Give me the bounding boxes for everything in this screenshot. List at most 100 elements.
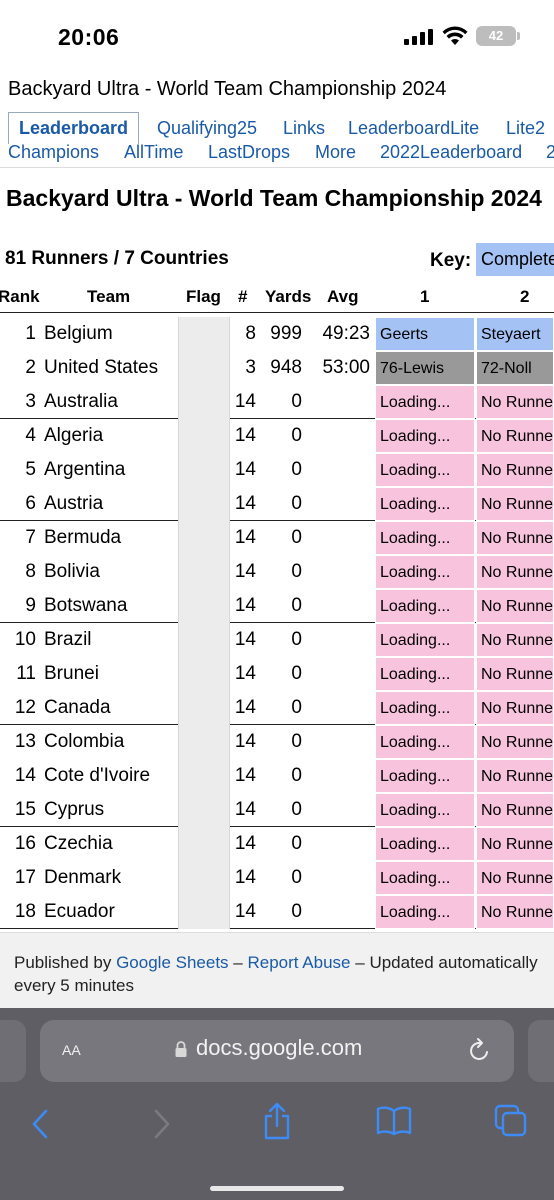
published-by-label: Published by xyxy=(14,953,112,972)
rank-cell: 7 xyxy=(25,527,36,548)
avg-cell xyxy=(310,895,370,929)
flag-cell xyxy=(178,351,230,385)
runner-count-cell: 14 xyxy=(234,731,256,752)
reload-icon[interactable] xyxy=(468,1037,492,1063)
table-row: 14 Cote d'Ivoire 14 0 Loading... No Runner xyxy=(0,759,554,793)
tab-leaderboard[interactable]: Leaderboard xyxy=(8,112,140,144)
flag-cell xyxy=(178,623,230,657)
yards-cell: 0 xyxy=(291,459,302,480)
tab-qualifying25[interactable]: Qualifying25 xyxy=(157,118,257,139)
avg-cell xyxy=(310,759,370,793)
yards-cell: 0 xyxy=(291,391,302,412)
runners-countries-summary: 81 Runners / 7 Countries xyxy=(5,248,229,269)
next-tab-peek[interactable] xyxy=(528,1020,554,1082)
avg-cell xyxy=(310,657,370,691)
yards-cell: 0 xyxy=(291,833,302,854)
rank-cell: 5 xyxy=(25,459,36,480)
yards-cell: 0 xyxy=(291,595,302,616)
avg-cell xyxy=(310,793,370,827)
aa-label: AA xyxy=(62,1042,81,1058)
table-row: 7 Bermuda 14 0 Loading... No Runner xyxy=(0,521,554,555)
document-title: Backyard Ultra - World Team Championship… xyxy=(8,78,447,100)
runner-count-cell: 14 xyxy=(234,527,256,548)
runner-2-cell: No Runner xyxy=(476,895,554,929)
runner-2-cell: No Runner xyxy=(476,827,554,861)
browser-bottom-bar: AA docs.google.com xyxy=(0,1008,554,1200)
table-row: 3 Australia 14 0 Loading... No Runner xyxy=(0,385,554,419)
flag-cell xyxy=(178,317,230,351)
runner-2-cell: No Runner xyxy=(476,419,554,453)
header-col-2: 2 xyxy=(520,287,530,306)
back-icon[interactable] xyxy=(30,1108,52,1140)
avg-cell xyxy=(310,555,370,589)
header-count: # xyxy=(238,287,248,306)
flag-cell xyxy=(178,759,230,793)
tab-lastdrops[interactable]: LastDrops xyxy=(208,142,290,163)
yards-cell: 0 xyxy=(291,901,302,922)
flag-cell xyxy=(178,895,230,929)
runner-2-cell: No Runner xyxy=(476,487,554,521)
flag-cell xyxy=(178,487,230,521)
team-cell: Brunei xyxy=(44,663,99,684)
forward-icon[interactable] xyxy=(150,1108,172,1140)
address-bar[interactable]: AA docs.google.com xyxy=(40,1020,514,1082)
reader-aa-button[interactable]: AA xyxy=(62,1038,81,1061)
runner-1-cell: Loading... xyxy=(375,589,475,623)
tab-lite2[interactable]: Lite2 xyxy=(506,118,545,139)
team-cell: Canada xyxy=(44,697,111,718)
browser-toolbar xyxy=(0,1098,554,1158)
table-row: 16 Czechia 14 0 Loading... No Runner xyxy=(0,827,554,861)
team-cell: Denmark xyxy=(44,867,122,888)
flag-cell xyxy=(178,657,230,691)
team-cell: Belgium xyxy=(44,323,113,344)
yards-cell: 0 xyxy=(291,799,302,820)
tab-alltime[interactable]: AllTime xyxy=(124,142,183,163)
runner-2-cell: No Runner xyxy=(476,861,554,895)
status-time: 20:06 xyxy=(58,24,120,50)
header-col-1: 1 xyxy=(420,287,430,306)
bookmarks-icon[interactable] xyxy=(376,1106,412,1136)
runner-1-cell: Loading... xyxy=(375,385,475,419)
team-cell: Czechia xyxy=(44,833,113,854)
rank-cell: 11 xyxy=(16,663,36,684)
report-abuse-link[interactable]: Report Abuse xyxy=(247,953,350,972)
flag-cell xyxy=(178,385,230,419)
flag-cell xyxy=(178,725,230,759)
team-cell: Austria xyxy=(44,493,104,514)
tab-2022leaderboard[interactable]: 2022Leaderboard xyxy=(380,142,522,163)
tab-champions[interactable]: Champions xyxy=(8,142,99,163)
tab-more[interactable]: More xyxy=(315,142,356,163)
footer-text: Published by Google Sheets – Report Abus… xyxy=(14,951,544,997)
yards-cell: 0 xyxy=(291,629,302,650)
rank-cell: 10 xyxy=(14,629,36,650)
battery-cap xyxy=(517,32,520,40)
google-sheets-link[interactable]: Google Sheets xyxy=(116,953,228,972)
tab-links[interactable]: Links xyxy=(283,118,325,139)
team-cell: Cote d'Ivoire xyxy=(44,765,151,786)
runner-count-cell: 14 xyxy=(234,833,256,854)
avg-cell xyxy=(310,487,370,521)
rank-cell: 8 xyxy=(25,561,36,582)
header-rank: Rank xyxy=(0,287,40,306)
rank-cell: 15 xyxy=(14,799,36,820)
team-cell: Australia xyxy=(44,391,118,412)
cellular-signal-icon xyxy=(404,29,433,45)
avg-cell: 53:00 xyxy=(322,357,370,378)
url-text[interactable]: docs.google.com xyxy=(196,1035,362,1061)
yards-cell: 0 xyxy=(291,561,302,582)
tab-leaderboardlite[interactable]: LeaderboardLite xyxy=(348,118,479,139)
table-body: 1 Belgium 8 999 49:23 Geerts Steyaert 2 United S… xyxy=(0,313,554,929)
avg-cell xyxy=(310,419,370,453)
home-indicator xyxy=(210,1186,344,1191)
previous-tab-peek[interactable] xyxy=(0,1020,26,1082)
runner-2-cell: No Runner xyxy=(476,521,554,555)
tab-overflow[interactable]: 2 xyxy=(546,142,554,163)
rank-cell: 3 xyxy=(25,391,36,412)
runner-count-cell: 14 xyxy=(234,561,256,582)
tabs-icon[interactable] xyxy=(494,1104,528,1138)
rank-cell: 4 xyxy=(25,425,36,446)
rank-cell: 9 xyxy=(25,595,36,616)
table-row: 17 Denmark 14 0 Loading... No Runner xyxy=(0,861,554,895)
share-icon[interactable] xyxy=(262,1102,292,1140)
avg-cell xyxy=(310,623,370,657)
